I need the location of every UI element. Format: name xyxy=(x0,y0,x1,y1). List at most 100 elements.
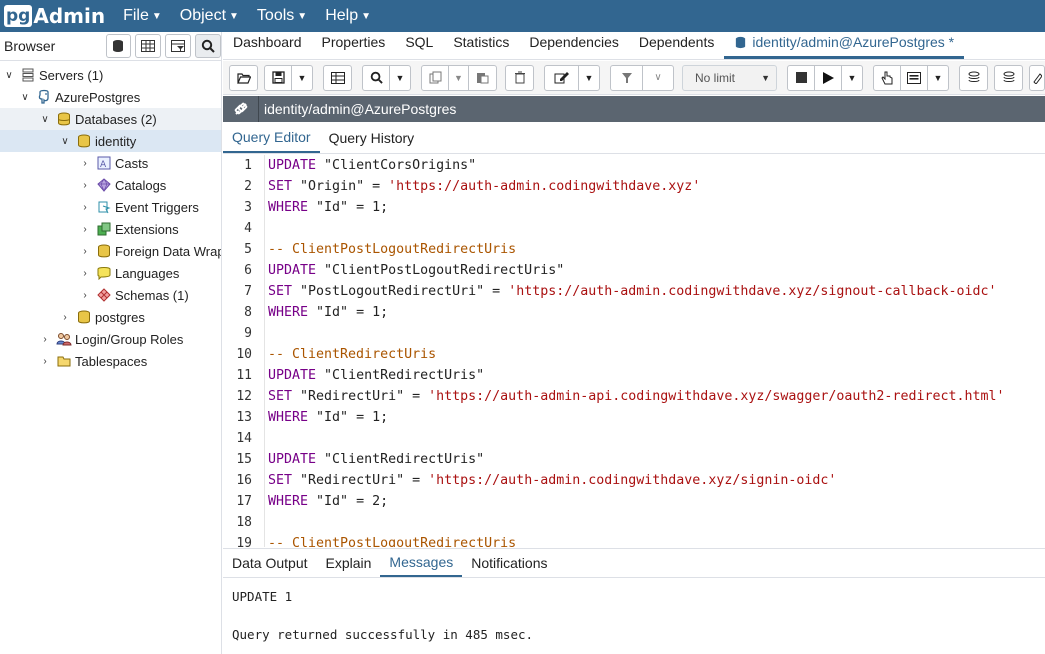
chevron-right-icon[interactable]: › xyxy=(78,246,92,257)
code-line[interactable]: -- ClientPostLogoutRedirectUris xyxy=(268,239,1045,260)
code-line[interactable]: UPDATE "ClientRedirectUris" xyxy=(268,365,1045,386)
delete-button[interactable] xyxy=(505,64,534,91)
tab-messages[interactable]: Messages xyxy=(380,548,463,577)
code-line[interactable]: SET "PostLogoutRedirectUri" = 'https://a… xyxy=(268,281,1045,302)
connection-status-icon[interactable] xyxy=(223,96,259,122)
save-icon[interactable] xyxy=(265,65,292,90)
explain-icon[interactable] xyxy=(901,65,928,90)
code-line[interactable]: SET "RedirectUri" = 'https://auth-admin.… xyxy=(268,470,1045,491)
find-button-group[interactable]: ▼ xyxy=(362,64,411,91)
execute-button-group[interactable]: ▼ xyxy=(787,64,863,91)
chevron-right-icon[interactable]: › xyxy=(38,356,52,367)
chevron-down-icon[interactable]: ∨ xyxy=(58,136,72,147)
search-objects-button[interactable] xyxy=(195,34,221,58)
edit-button-group[interactable]: ▼ xyxy=(544,64,600,91)
code-area[interactable]: UPDATE "ClientCorsOrigins" SET "Origin" =… xyxy=(268,155,1045,547)
tab-query-history[interactable]: Query History xyxy=(320,122,424,153)
tab-properties[interactable]: Properties xyxy=(312,31,396,59)
tree-node-casts[interactable]: › A Casts xyxy=(0,152,221,174)
tree-node-azurepostgres[interactable]: ∨ AzurePostgres xyxy=(0,86,221,108)
tab-dependencies[interactable]: Dependencies xyxy=(519,31,629,59)
transaction-button-group[interactable]: ▼ xyxy=(873,64,949,91)
chevron-down-icon[interactable]: ∨ xyxy=(18,92,32,103)
chevron-down-icon[interactable]: ▼ xyxy=(390,66,410,90)
tree-node-event-triggers[interactable]: › Event Triggers xyxy=(0,196,221,218)
save-button-group[interactable]: ▼ xyxy=(264,64,313,91)
tab-dependents[interactable]: Dependents xyxy=(629,31,725,59)
sql-editor[interactable]: 1 2 3 4 5 6 7 8 9 10 11 12 13 14 15 16 17 18 19 UPDATE "Cl… xyxy=(223,155,1045,547)
code-line[interactable]: WHERE "Id" = 1; xyxy=(268,197,1045,218)
tree-node-postgres[interactable]: › postgres xyxy=(0,306,221,328)
query-tool-button[interactable] xyxy=(105,34,132,58)
open-file-button[interactable] xyxy=(229,64,258,91)
filter-button-group[interactable]: ∨ xyxy=(610,64,674,91)
tree-node-login-group-roles[interactable]: › Login/Group Roles xyxy=(0,328,221,350)
rollback-button[interactable] xyxy=(994,64,1023,91)
paste-icon[interactable] xyxy=(469,66,496,90)
chevron-right-icon[interactable]: › xyxy=(58,312,72,323)
tree-node-schemas[interactable]: › Schemas (1) xyxy=(0,284,221,306)
stop-icon[interactable] xyxy=(788,65,815,90)
code-line[interactable]: SET "RedirectUri" = 'https://auth-admin-… xyxy=(268,386,1045,407)
code-line[interactable]: -- ClientRedirectUris xyxy=(268,344,1045,365)
code-line[interactable]: WHERE "Id" = 1; xyxy=(268,407,1045,428)
chevron-down-icon[interactable]: ▼ xyxy=(842,66,862,90)
menu-help[interactable]: Help ▼ xyxy=(325,7,371,25)
menu-file[interactable]: File ▼ xyxy=(123,7,162,25)
connection-title[interactable]: identity/admin@AzurePostgres xyxy=(264,101,456,117)
tab-notifications[interactable]: Notifications xyxy=(462,548,556,577)
tab-statistics[interactable]: Statistics xyxy=(443,31,519,59)
pencil-icon[interactable] xyxy=(545,65,579,90)
chevron-right-icon[interactable]: › xyxy=(78,202,92,213)
chevron-down-icon[interactable]: ∨ xyxy=(643,66,673,90)
filtered-rows-button[interactable] xyxy=(165,34,192,58)
tab-dashboard[interactable]: Dashboard xyxy=(223,31,312,59)
copy-icon[interactable] xyxy=(422,65,449,90)
tree-node-languages[interactable]: › Languages xyxy=(0,262,221,284)
tree-node-foreign-data-wrappers[interactable]: › Foreign Data Wrap xyxy=(0,240,221,262)
chevron-down-icon[interactable]: ▼ xyxy=(449,65,469,90)
chevron-down-icon[interactable]: ▼ xyxy=(579,66,599,90)
chevron-right-icon[interactable]: › xyxy=(78,290,92,301)
code-line[interactable]: SET "Origin" = 'https://auth-admin.codin… xyxy=(268,176,1045,197)
chevron-down-icon[interactable]: ▼ xyxy=(292,66,312,90)
code-line[interactable]: UPDATE "ClientPostLogoutRedirectUris" xyxy=(268,260,1045,281)
edit-grid-button[interactable] xyxy=(323,64,352,91)
tree-node-tablespaces[interactable]: › Tablespaces xyxy=(0,350,221,372)
search-icon[interactable] xyxy=(363,65,390,90)
tree-node-identity[interactable]: ∨ identity xyxy=(0,130,221,152)
code-line[interactable]: WHERE "Id" = 1; xyxy=(268,302,1045,323)
code-line[interactable]: UPDATE "ClientRedirectUris" xyxy=(268,449,1045,470)
menu-object[interactable]: Object ▼ xyxy=(180,7,239,25)
code-line[interactable]: WHERE "Id" = 2; xyxy=(268,491,1045,512)
tree-node-databases[interactable]: ∨ Databases (2) xyxy=(0,108,221,130)
chevron-down-icon[interactable]: ∨ xyxy=(2,70,16,81)
code-line[interactable] xyxy=(268,218,1045,239)
row-limit-select[interactable]: No limit ▼ xyxy=(682,64,777,91)
chevron-right-icon[interactable]: › xyxy=(78,158,92,169)
play-icon[interactable] xyxy=(815,65,842,90)
commit-button[interactable] xyxy=(959,64,988,91)
code-line[interactable]: -- ClientPostLogoutRedirectUris xyxy=(268,533,1045,547)
chevron-right-icon[interactable]: › xyxy=(78,180,92,191)
chevron-down-icon[interactable]: ∨ xyxy=(38,114,52,125)
chevron-right-icon[interactable]: › xyxy=(78,224,92,235)
copy-button-group[interactable]: ▼ xyxy=(421,64,497,91)
view-data-button[interactable] xyxy=(135,34,162,58)
tab-sql[interactable]: SQL xyxy=(395,31,443,59)
code-line[interactable] xyxy=(268,323,1045,344)
chevron-right-icon[interactable]: › xyxy=(78,268,92,279)
code-line[interactable]: UPDATE "ClientCorsOrigins" xyxy=(268,155,1045,176)
tree-node-catalogs[interactable]: › Catalogs xyxy=(0,174,221,196)
hand-pointer-icon[interactable] xyxy=(874,65,901,90)
clear-button[interactable] xyxy=(1029,64,1045,91)
chevron-down-icon[interactable]: ▼ xyxy=(928,66,948,90)
chevron-right-icon[interactable]: › xyxy=(38,334,52,345)
menu-tools[interactable]: Tools ▼ xyxy=(257,7,307,25)
code-line[interactable] xyxy=(268,512,1045,533)
tree-node-extensions[interactable]: › Extensions xyxy=(0,218,221,240)
tab-data-output[interactable]: Data Output xyxy=(223,548,317,577)
tab-query-tool[interactable]: identity/admin@AzurePostgres * xyxy=(724,31,965,59)
tree-node-servers[interactable]: ∨ Servers (1) xyxy=(0,64,221,86)
tab-query-editor[interactable]: Query Editor xyxy=(223,122,320,153)
